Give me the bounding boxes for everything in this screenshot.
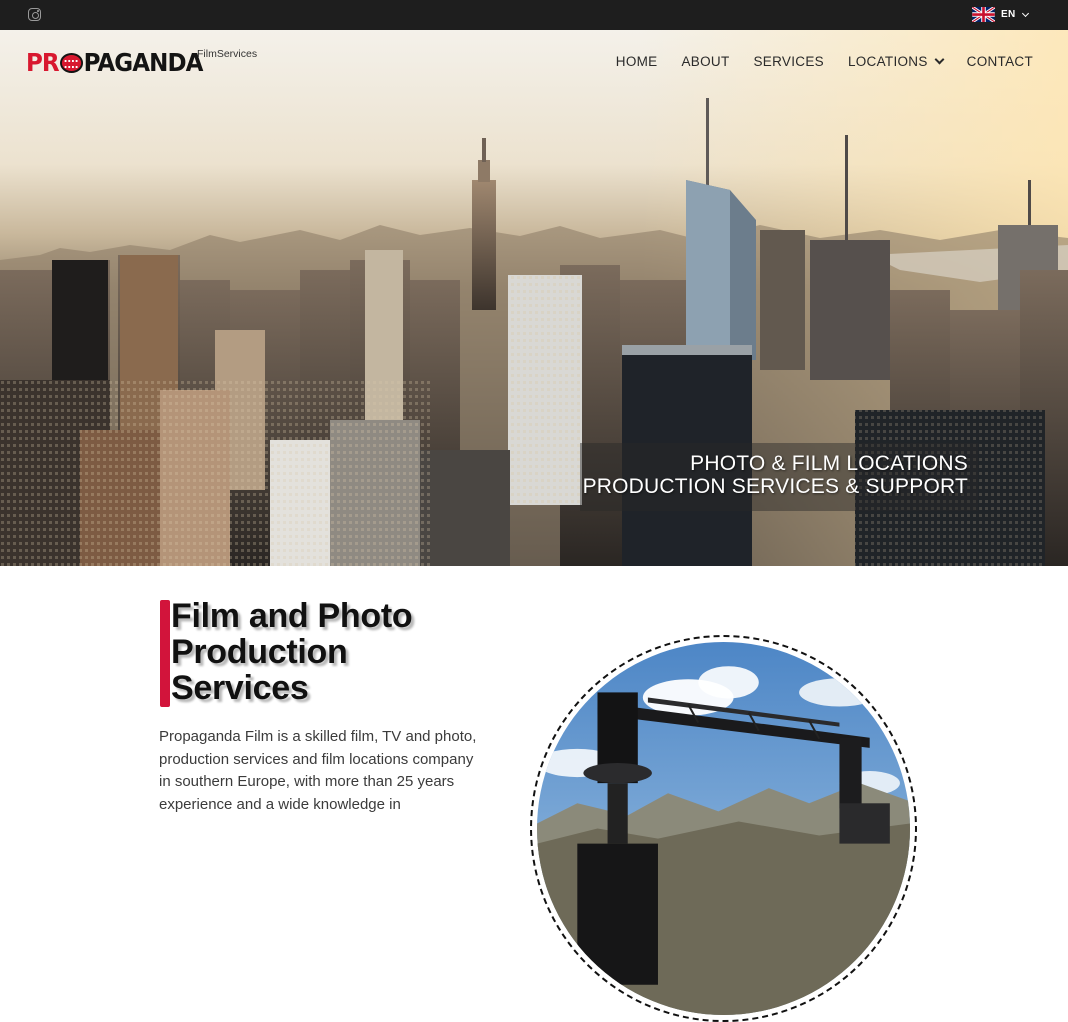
language-selector[interactable]: EN xyxy=(972,6,1029,23)
hero-tagline-line-2: PRODUCTION SERVICES & SUPPORT xyxy=(582,475,968,498)
nav-locations[interactable]: LOCATIONS xyxy=(847,54,945,69)
logo-subtitle: FilmServices xyxy=(197,48,258,60)
intro-paragraph: Propaganda Film is a skilled film, TV an… xyxy=(159,728,477,813)
hero-tagline-box: PHOTO & FILM LOCATIONS PRODUCTION SERVIC… xyxy=(580,443,978,511)
logo-prefix: PR xyxy=(26,48,60,77)
uk-flag-icon xyxy=(972,7,995,22)
nav-locations-label: LOCATIONS xyxy=(847,54,928,69)
nav-contact[interactable]: CONTACT xyxy=(967,54,1033,69)
logo-wordmark: PR PAGANDA xyxy=(26,48,203,77)
brand-logo[interactable]: PR PAGANDA FilmServices xyxy=(26,48,257,77)
hero-tagline-line-1: PHOTO & FILM LOCATIONS xyxy=(690,452,968,475)
nav-about[interactable]: ABOUT xyxy=(681,54,729,69)
crane-photo-frame xyxy=(530,635,917,1022)
heading-accent-bar xyxy=(160,600,170,707)
chevron-down-icon xyxy=(1021,9,1029,17)
hero-banner: PR PAGANDA FilmServices HOME ABOUT SERVI… xyxy=(0,30,1068,566)
logo-suffix: PAGANDA xyxy=(83,48,204,77)
language-code: EN xyxy=(1001,9,1016,20)
instagram-icon[interactable] xyxy=(28,8,41,21)
chevron-down-icon xyxy=(934,54,945,65)
tv-icon xyxy=(59,52,83,73)
main-navigation: HOME ABOUT SERVICES LOCATIONS CONTACT xyxy=(616,54,1033,69)
camera-crane-image xyxy=(537,642,910,1015)
nav-home[interactable]: HOME xyxy=(616,54,658,69)
top-bar: EN xyxy=(0,0,1068,30)
section-heading: Film and Photo Production Services xyxy=(171,597,413,707)
nav-services[interactable]: SERVICES xyxy=(754,54,824,69)
